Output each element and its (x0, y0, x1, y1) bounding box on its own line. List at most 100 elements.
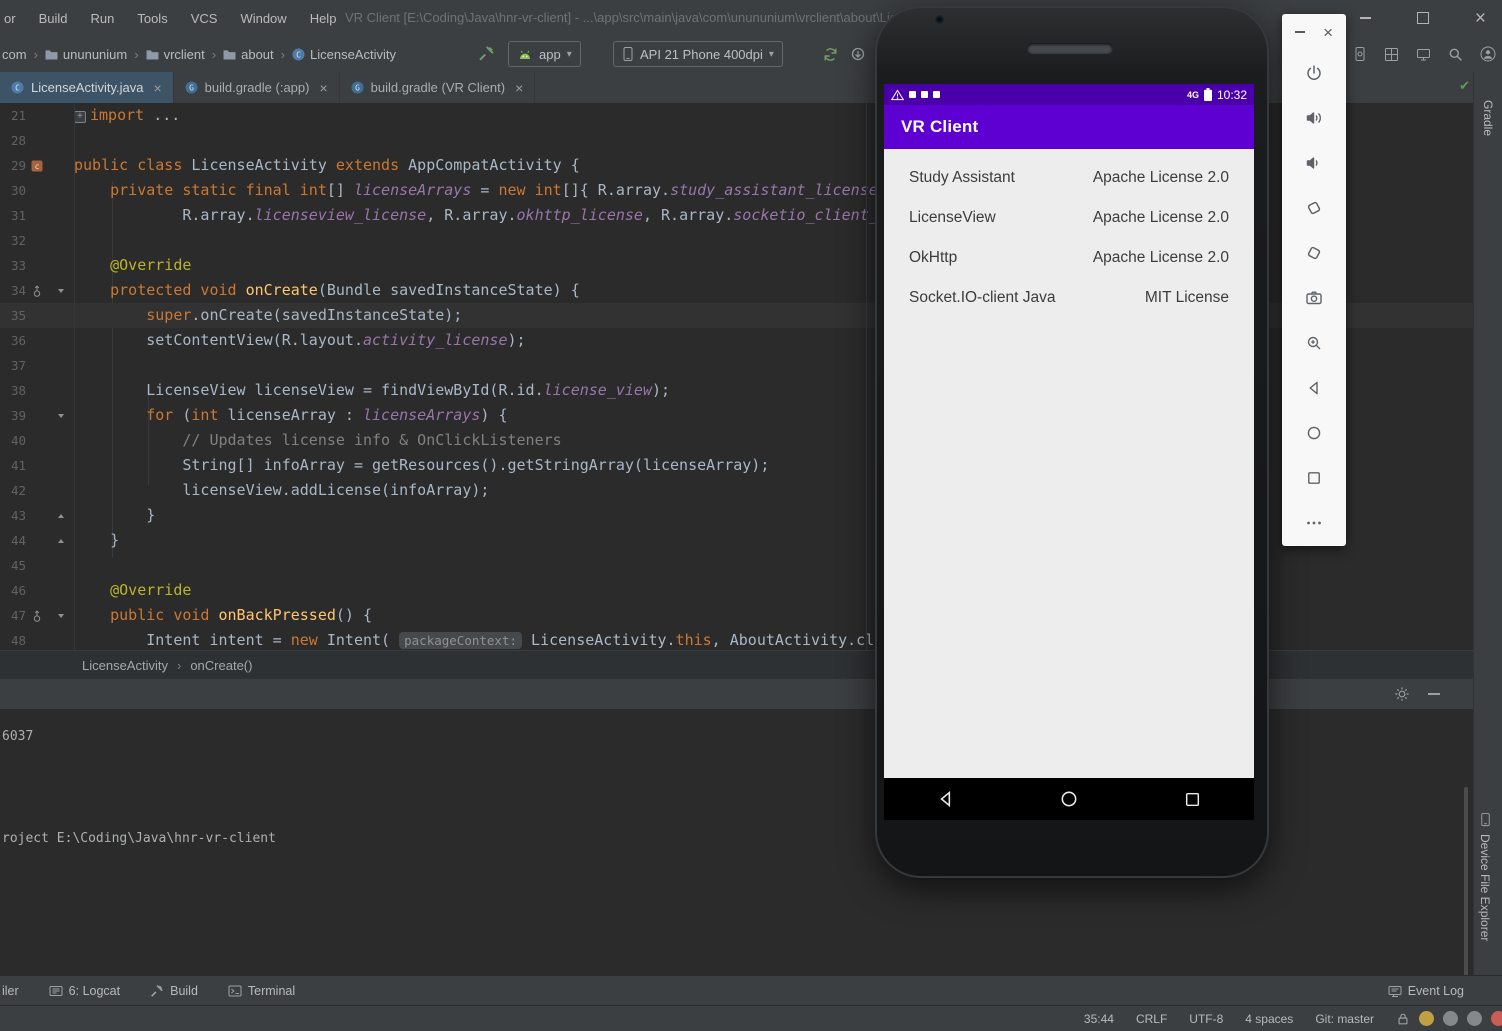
line-number[interactable]: 45 (0, 558, 26, 573)
breadcrumb-item-about[interactable]: about (223, 47, 274, 62)
overview-button[interactable] (1131, 778, 1254, 820)
volume-up-button[interactable] (1282, 95, 1346, 140)
line-number[interactable]: 41 (0, 458, 26, 473)
notification-icon[interactable] (1491, 1011, 1502, 1026)
back-button[interactable] (884, 778, 1007, 820)
line-number[interactable]: 46 (0, 583, 26, 598)
notification-icon[interactable] (1419, 1011, 1434, 1026)
notification-icon[interactable] (1443, 1011, 1458, 1026)
gear-icon[interactable] (1394, 686, 1410, 702)
fold-up-icon[interactable] (48, 538, 74, 543)
menu-item-build[interactable]: Build (39, 11, 68, 26)
license-item[interactable]: LicenseView Apache License 2.0 (884, 198, 1254, 238)
menu-item-window[interactable]: Window (240, 11, 286, 26)
menu-item-tools[interactable]: Tools (137, 11, 167, 26)
fold-down-icon[interactable] (48, 288, 74, 293)
toolwindow-button-terminal[interactable]: Terminal (228, 984, 295, 998)
status-file-encoding[interactable]: UTF-8 (1189, 1012, 1223, 1026)
override-gutter-icon[interactable] (26, 284, 48, 297)
home-button[interactable] (1282, 410, 1346, 455)
editor-breadcrumb-oncreate[interactable]: onCreate() (190, 658, 252, 673)
emulator-minimize-button[interactable] (1295, 31, 1305, 33)
override-gutter-icon[interactable] (26, 609, 48, 622)
line-number[interactable]: 40 (0, 433, 26, 448)
editor-breadcrumb-licenseactivity[interactable]: LicenseActivity (82, 658, 168, 673)
notification-icon[interactable] (1467, 1011, 1482, 1026)
class-gutter-icon[interactable]: c (26, 160, 48, 172)
user-avatar-icon[interactable] (1480, 46, 1496, 62)
fold-down-icon[interactable] (48, 613, 74, 618)
fold-down-icon[interactable] (48, 413, 74, 418)
line-number[interactable]: 47 (0, 608, 26, 623)
line-number[interactable]: 31 (0, 208, 26, 223)
device-manager-icon[interactable] (1416, 47, 1431, 62)
status-indent-style[interactable]: 4 spaces (1245, 1012, 1293, 1026)
license-item[interactable]: Study Assistant Apache License 2.0 (884, 158, 1254, 198)
toolwindow-button-event-log[interactable]: Event Log (1388, 984, 1464, 998)
line-number[interactable]: 21 (0, 108, 26, 123)
tab-close-icon[interactable]: × (319, 81, 327, 95)
line-number[interactable]: 30 (0, 183, 26, 198)
breadcrumb-item-com[interactable]: com (2, 47, 27, 62)
line-number[interactable]: 37 (0, 358, 26, 373)
build-hammer-icon[interactable] (478, 45, 495, 62)
run-configuration-select[interactable]: app ▾ (508, 41, 581, 67)
menu-item-help[interactable]: Help (310, 11, 337, 26)
apply-changes-icon[interactable] (850, 46, 866, 62)
maximize-button[interactable] (1416, 12, 1429, 24)
tab-build-gradle-app[interactable]: Gbuild.gradle (:app) × (174, 72, 340, 103)
line-number[interactable]: 32 (0, 233, 26, 248)
emulator-close-button[interactable]: × (1323, 24, 1333, 41)
menu-item-run[interactable]: Run (90, 11, 114, 26)
tab-licenseactivity-java[interactable]: C LicenseActivity.java × (0, 72, 174, 103)
lock-icon[interactable] (1396, 1012, 1410, 1026)
more-button[interactable] (1282, 500, 1346, 545)
line-number[interactable]: 42 (0, 483, 26, 498)
tool-tab-gradle[interactable]: Gradle (1481, 100, 1495, 136)
line-number[interactable]: 44 (0, 533, 26, 548)
line-number[interactable]: 38 (0, 383, 26, 398)
close-button[interactable]: × (1475, 9, 1486, 28)
tool-tab-device-file-explorer[interactable]: Device File Explorer (1478, 812, 1492, 941)
power-button[interactable] (1282, 50, 1346, 95)
search-icon[interactable] (1448, 47, 1463, 62)
status-git-branch[interactable]: Git: master (1315, 1012, 1374, 1026)
zoom-button[interactable] (1282, 320, 1346, 365)
rotate-left-button[interactable] (1282, 185, 1346, 230)
line-number[interactable]: 35 (0, 308, 26, 323)
fold-up-icon[interactable] (48, 513, 74, 518)
minimize-button[interactable] (1359, 17, 1371, 19)
line-number[interactable]: 33 (0, 258, 26, 273)
line-number[interactable]: 43 (0, 508, 26, 523)
toolwindow-button-6-logcat[interactable]: 6: Logcat (49, 984, 120, 998)
hide-panel-button[interactable] (1428, 693, 1440, 695)
tab-close-icon[interactable]: × (515, 81, 523, 95)
line-number[interactable]: 29 (0, 158, 26, 173)
line-number[interactable]: 34 (0, 283, 26, 298)
breadcrumb-item-licenseactivity[interactable]: C LicenseActivity (292, 47, 396, 62)
tab-close-icon[interactable]: × (153, 81, 161, 95)
overview-button[interactable] (1282, 455, 1346, 500)
status-line-separator[interactable]: CRLF (1136, 1012, 1167, 1026)
emulator-screen[interactable]: 4G 10:32 VR Client Study Assistant Apache… (884, 84, 1254, 820)
breadcrumb-item-unununium[interactable]: unununium (45, 47, 127, 62)
status-caret-position[interactable]: 35:44 (1084, 1012, 1114, 1026)
line-number[interactable]: 28 (0, 133, 26, 148)
line-number[interactable]: 48 (0, 633, 26, 648)
breadcrumb-item-vrclient[interactable]: vrclient (146, 47, 205, 62)
rotate-right-button[interactable] (1282, 230, 1346, 275)
line-number[interactable]: 39 (0, 408, 26, 423)
volume-down-button[interactable] (1282, 140, 1346, 185)
home-button[interactable] (1007, 778, 1130, 820)
sync-project-icon[interactable] (822, 46, 839, 63)
line-number[interactable]: 36 (0, 333, 26, 348)
device-select[interactable]: API 21 Phone 400dpi ▾ (613, 41, 783, 67)
toolwindow-button-iler[interactable]: iler (2, 984, 19, 998)
attach-debugger-icon[interactable] (1353, 46, 1367, 62)
tab-build-gradle-vr-client[interactable]: Gbuild.gradle (VR Client) × (340, 72, 536, 103)
license-item[interactable]: OkHttp Apache License 2.0 (884, 238, 1254, 278)
toolwindow-button-build[interactable]: Build (150, 984, 198, 998)
console-scrollbar[interactable] (1464, 787, 1468, 977)
inspection-ok-icon[interactable]: ✔ (1459, 79, 1470, 94)
back-button[interactable] (1282, 365, 1346, 410)
